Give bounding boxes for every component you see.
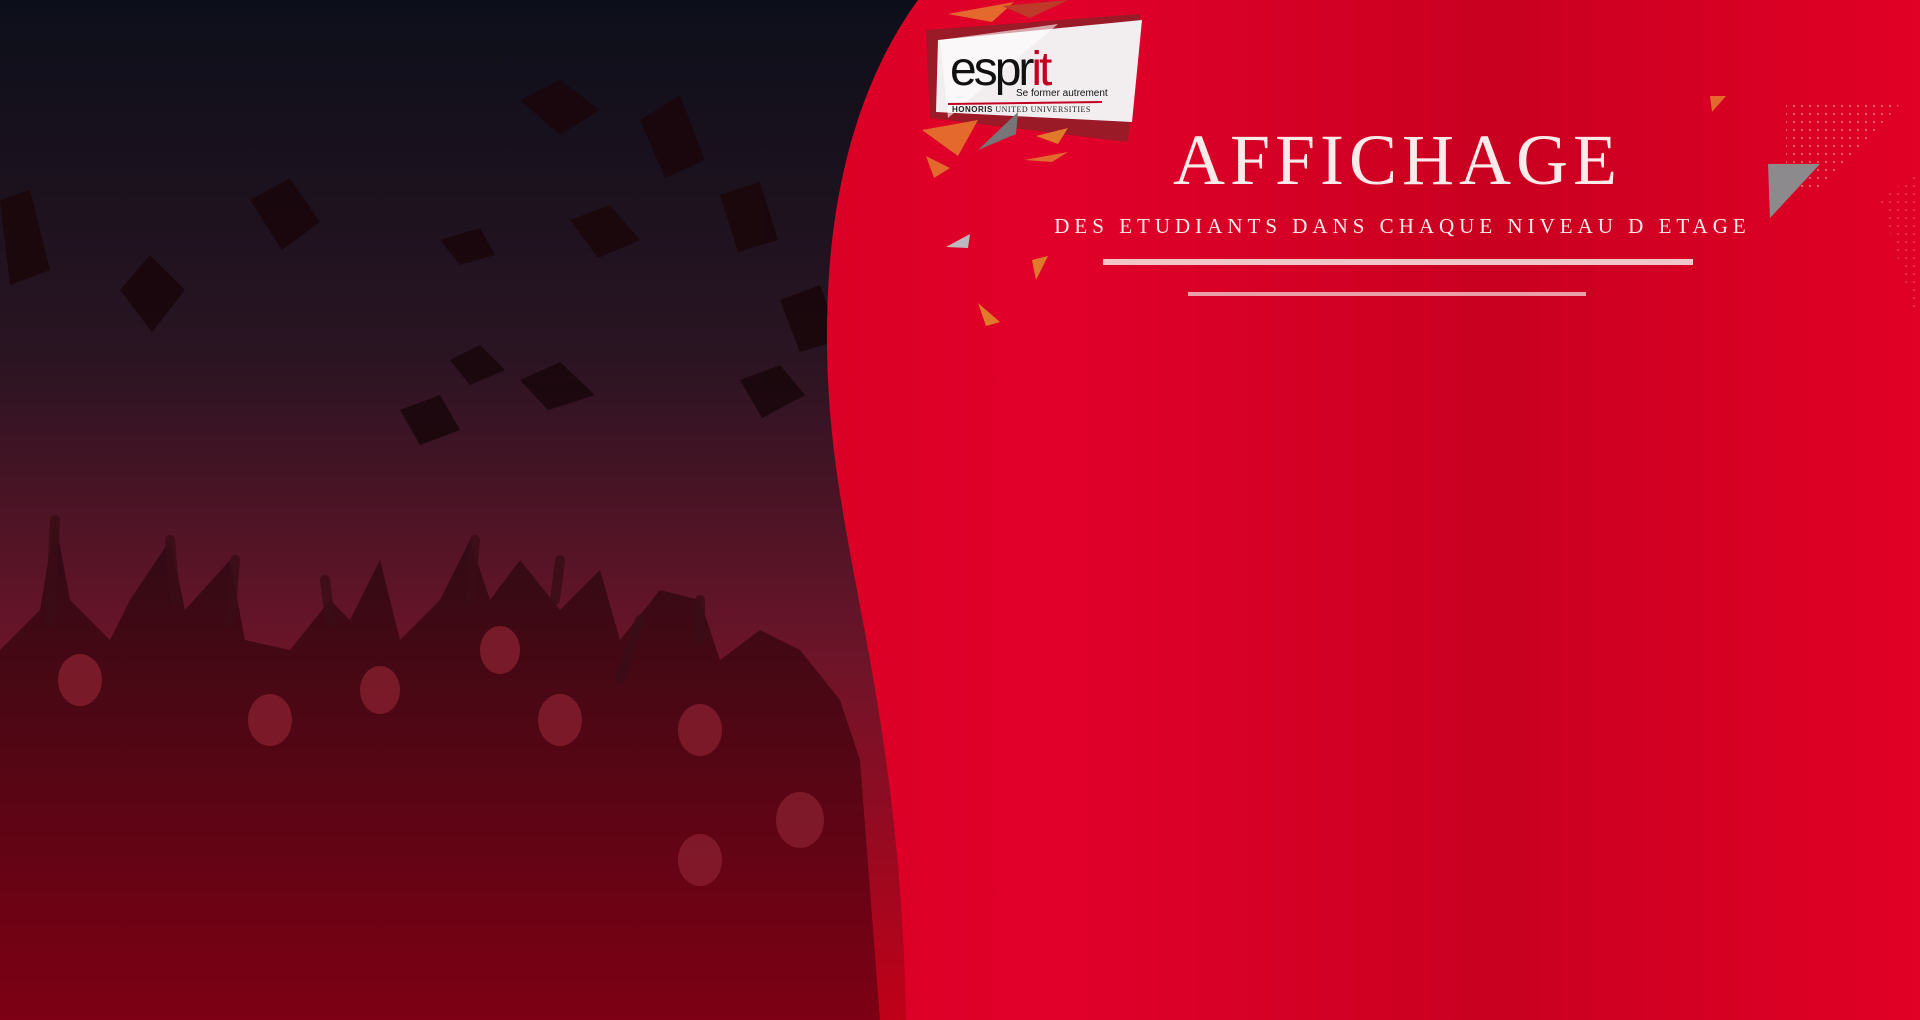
page: esprit Se former autrement HONORIS UNITE… (0, 0, 1920, 1020)
esprit-logo: esprit (950, 46, 1052, 94)
banner-title: AFFICHAGE (1172, 120, 1623, 200)
logo-tagline: Se former autrement (1016, 88, 1108, 99)
divider-line-secondary (1188, 292, 1586, 296)
logo-sub-rest: UNITED UNIVERSITIES (995, 105, 1091, 114)
banner-subtitle: DES ETUDIANTS DANS CHAQUE NIVEAU D ETAGE (1054, 214, 1751, 238)
logo-subtitle: HONORIS UNITED UNIVERSITIES (952, 105, 1091, 114)
logo-sub-bold: HONORIS (952, 105, 993, 114)
divider-line-primary (1103, 259, 1693, 265)
